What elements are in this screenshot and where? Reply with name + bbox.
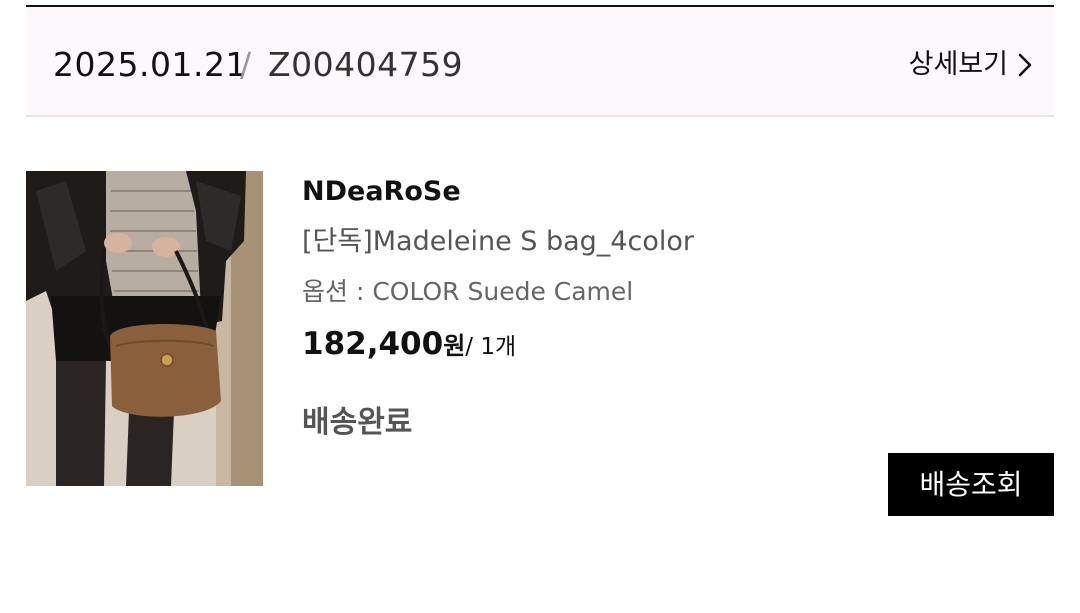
- order-number: Z00404759: [268, 45, 464, 84]
- delivery-status: 배송완료: [302, 405, 413, 440]
- product-quantity: / 1개: [465, 334, 517, 360]
- track-delivery-button[interactable]: 배송조회: [888, 453, 1054, 516]
- product-name[interactable]: [단독]Madeleine S bag_4color: [302, 225, 694, 259]
- order-detail-label: 상세보기: [908, 49, 1008, 80]
- brand-name: NDeaRoSe: [302, 176, 461, 207]
- price-line: 182,400원/ 1개: [302, 325, 516, 368]
- order-date: 2025.01.21: [53, 45, 247, 84]
- order-header: 2025.01.21 / Z00404759 상세보기: [26, 7, 1054, 117]
- price-currency: 원: [443, 332, 466, 360]
- product-thumbnail[interactable]: [26, 171, 263, 486]
- chevron-right-icon: [1018, 53, 1032, 77]
- product-option: 옵션 : COLOR Suede Camel: [302, 277, 634, 306]
- product-row: NDeaRoSe [단독]Madeleine S bag_4color 옵션 :…: [26, 117, 1054, 537]
- order-card: 2025.01.21 / Z00404759 상세보기 NDeaRoSe [단독…: [26, 5, 1054, 537]
- order-separator: /: [240, 45, 252, 84]
- product-price: 182,400: [302, 326, 444, 362]
- order-detail-link[interactable]: 상세보기: [909, 47, 1032, 83]
